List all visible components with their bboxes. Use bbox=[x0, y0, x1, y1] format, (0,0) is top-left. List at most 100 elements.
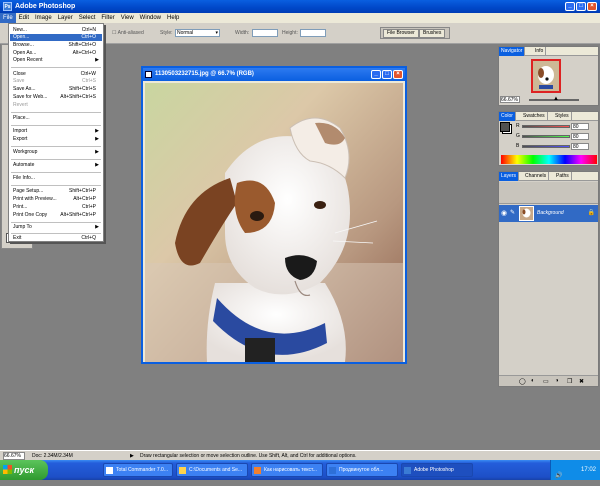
foreground-color-swatch[interactable] bbox=[500, 122, 510, 132]
menu-item-revert[interactable]: Revert bbox=[10, 102, 102, 109]
height-label: Height: bbox=[282, 30, 298, 36]
mask-icon[interactable]: ◐ bbox=[531, 378, 535, 384]
menu-filter[interactable]: Filter bbox=[98, 13, 117, 23]
menu-item-file-info[interactable]: File Info... bbox=[10, 175, 102, 182]
menu-item-automate[interactable]: Automate ▶ bbox=[10, 162, 102, 169]
tab-swatches[interactable]: Swatches bbox=[521, 112, 548, 121]
green-label: G bbox=[516, 133, 520, 139]
volume-icon[interactable]: 🔊 bbox=[555, 466, 562, 486]
menu-item-label: Jump To bbox=[13, 224, 32, 230]
menu-item-shortcut: Ctrl+S bbox=[81, 78, 96, 84]
tab-paths[interactable]: Paths bbox=[554, 172, 572, 181]
menu-item-print-one-copy[interactable]: Print One Copy Alt+Shift+Ctrl+P bbox=[10, 212, 102, 219]
close-button[interactable]: × bbox=[587, 2, 597, 11]
menu-edit[interactable]: Edit bbox=[16, 13, 32, 23]
image-canvas[interactable] bbox=[145, 83, 403, 362]
tab-file-browser[interactable]: File Browser bbox=[383, 29, 419, 38]
menu-item-label: Open As... bbox=[13, 50, 37, 56]
width-input[interactable] bbox=[252, 29, 278, 37]
layer-name[interactable]: Background bbox=[537, 210, 564, 216]
anti-alias-checkbox[interactable]: ☐ Anti-aliased bbox=[112, 29, 144, 37]
red-slider[interactable] bbox=[522, 125, 570, 128]
slider-thumb-icon[interactable]: ▲ bbox=[553, 96, 559, 102]
navigator-zoom-field[interactable]: 66.67% bbox=[500, 96, 520, 103]
menu-separator bbox=[11, 125, 101, 126]
clock[interactable]: 17:02 bbox=[581, 467, 596, 473]
tab-channels[interactable]: Channels bbox=[523, 172, 550, 181]
blue-value[interactable]: 80 bbox=[571, 143, 589, 150]
green-value[interactable]: 80 bbox=[571, 133, 589, 140]
taskbar-item-label: Как нарисовать текст... bbox=[264, 467, 317, 473]
menu-item-label: Print One Copy bbox=[13, 212, 48, 218]
app-title-bar: Ps Adobe Photoshop _ □ × bbox=[0, 0, 600, 13]
tab-brushes[interactable]: Brushes bbox=[419, 29, 446, 38]
green-slider[interactable] bbox=[522, 135, 570, 138]
menu-window[interactable]: Window bbox=[137, 13, 164, 23]
document-title-bar[interactable]: 1130503232715.jpg @ 66.7% (RGB) _ □ × bbox=[143, 68, 405, 81]
menu-item-import[interactable]: Import ▶ bbox=[10, 128, 102, 135]
doc-minimize-button[interactable]: _ bbox=[371, 70, 381, 79]
navigator-thumbnail[interactable] bbox=[531, 59, 561, 93]
menu-file[interactable]: File bbox=[0, 13, 16, 23]
tab-layers[interactable]: Layers bbox=[499, 172, 520, 181]
menu-item-new[interactable]: New... Ctrl+N bbox=[10, 27, 102, 34]
menu-item-label: Save bbox=[13, 78, 25, 84]
menu-item-open-as[interactable]: Open As... Alt+Ctrl+O bbox=[10, 50, 102, 57]
menu-item-browse[interactable]: Browse... Shift+Ctrl+O bbox=[10, 42, 102, 49]
menu-image[interactable]: Image bbox=[32, 13, 55, 23]
tab-navigator[interactable]: Navigator bbox=[499, 47, 526, 56]
taskbar-item-label: C:\Documents and Se... bbox=[189, 467, 243, 473]
red-value[interactable]: 80 bbox=[571, 123, 589, 130]
navigator-tabs: Navigator Info bbox=[499, 47, 598, 56]
tab-styles[interactable]: Styles bbox=[553, 112, 572, 121]
new-set-icon[interactable]: ▭ bbox=[543, 378, 549, 385]
style-select[interactable]: Normal ▾ bbox=[175, 29, 220, 37]
taskbar-item-browser[interactable]: Как нарисовать текст... bbox=[251, 463, 323, 477]
menu-help[interactable]: Help bbox=[164, 13, 182, 23]
menu-item-jump-to[interactable]: Jump To ▶ bbox=[10, 224, 102, 231]
doc-close-button[interactable]: × bbox=[393, 70, 403, 79]
menu-select[interactable]: Select bbox=[76, 13, 99, 23]
menu-layer[interactable]: Layer bbox=[55, 13, 76, 23]
maximize-button[interactable]: □ bbox=[576, 2, 586, 11]
menu-item-print[interactable]: Print... Ctrl+P bbox=[10, 204, 102, 211]
menu-item-page-setup[interactable]: Page Setup... Shift+Ctrl+P bbox=[10, 188, 102, 195]
menu-item-open[interactable]: Open... Ctrl+O bbox=[10, 34, 102, 41]
start-button[interactable]: пуск bbox=[0, 460, 48, 480]
status-zoom[interactable]: 66.67% bbox=[3, 452, 25, 460]
layer-row-background[interactable]: ◉ ✎ Background 🔒 bbox=[499, 205, 598, 222]
minimize-button[interactable]: _ bbox=[565, 2, 575, 11]
layer-style-icon[interactable]: ◯ bbox=[519, 378, 526, 385]
menu-item-label: Browse... bbox=[13, 42, 34, 48]
doc-maximize-button[interactable]: □ bbox=[382, 70, 392, 79]
menu-item-exit[interactable]: Exit Ctrl+Q bbox=[10, 235, 102, 242]
app-title: Adobe Photoshop bbox=[15, 3, 76, 10]
menu-item-print-with-preview[interactable]: Print with Preview... Alt+Ctrl+P bbox=[10, 196, 102, 203]
new-layer-icon[interactable]: ❐ bbox=[567, 378, 572, 385]
height-input[interactable] bbox=[300, 29, 326, 37]
taskbar: пуск Total Commander 7.0... C:\Documents… bbox=[0, 460, 600, 480]
taskbar-item-total-commander[interactable]: Total Commander 7.0... bbox=[103, 463, 173, 477]
tab-color[interactable]: Color bbox=[499, 112, 516, 121]
taskbar-item-document[interactable]: Продвинутое обл... bbox=[326, 463, 398, 477]
menu-item-export[interactable]: Export ▶ bbox=[10, 136, 102, 143]
eye-icon[interactable]: ◉ bbox=[501, 209, 507, 217]
blue-slider[interactable] bbox=[522, 145, 570, 148]
taskbar-item-photoshop[interactable]: Adobe Photoshop bbox=[401, 463, 473, 477]
submenu-arrow-icon: ▶ bbox=[95, 136, 99, 142]
chevron-down-icon: ▾ bbox=[215, 30, 218, 36]
menu-item-save[interactable]: Save Ctrl+S bbox=[10, 78, 102, 85]
menu-item-open-recent[interactable]: Open Recent ▶ bbox=[10, 57, 102, 64]
menu-view[interactable]: View bbox=[118, 13, 137, 23]
menu-item-shortcut: Alt+Shift+Ctrl+P bbox=[60, 212, 96, 218]
tab-info[interactable]: Info bbox=[533, 47, 547, 56]
menu-item-close[interactable]: Close Ctrl+W bbox=[10, 71, 102, 78]
menu-item-workgroup[interactable]: Workgroup ▶ bbox=[10, 149, 102, 156]
menu-item-save-as[interactable]: Save As... Shift+Ctrl+S bbox=[10, 86, 102, 93]
menu-item-save-for-web[interactable]: Save for Web... Alt+Shift+Ctrl+S bbox=[10, 94, 102, 101]
trash-icon[interactable]: ✖ bbox=[579, 378, 584, 385]
taskbar-item-explorer[interactable]: C:\Documents and Se... bbox=[176, 463, 248, 477]
menu-item-place[interactable]: Place... bbox=[10, 115, 102, 122]
color-ramp[interactable] bbox=[501, 155, 597, 164]
adjustment-layer-icon[interactable]: ◑ bbox=[555, 378, 559, 384]
